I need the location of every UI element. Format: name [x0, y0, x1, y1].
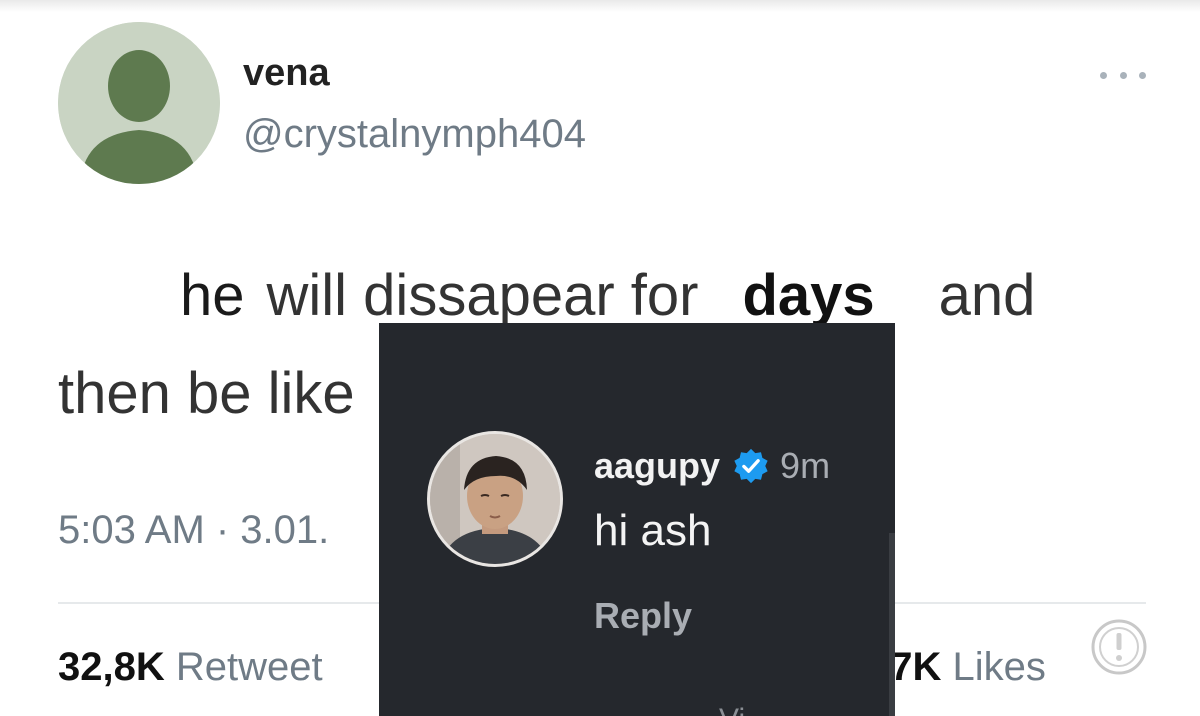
reply-button[interactable]: Reply: [594, 595, 692, 637]
commenter-username[interactable]: aagupy: [594, 445, 720, 487]
tweet-word-he: he: [180, 263, 245, 328]
display-name[interactable]: vena: [243, 52, 330, 95]
child-portrait-icon: [430, 434, 560, 564]
default-avatar[interactable]: [58, 22, 220, 184]
comment-text: hi ash: [594, 506, 712, 555]
tweet-word-days: days: [742, 263, 875, 328]
commenter-avatar[interactable]: [427, 431, 563, 567]
comment-header: aagupy 9m: [594, 445, 830, 487]
retweets-label: Retweet: [175, 645, 323, 689]
more-dot: [1119, 71, 1127, 79]
user-silhouette-icon: [58, 22, 220, 184]
alert-circle-icon[interactable]: [1090, 618, 1148, 676]
view-replies-fragment[interactable]: Vi: [719, 703, 745, 716]
overlay-edge: [889, 533, 895, 716]
user-handle[interactable]: @crystalnymph404: [243, 112, 586, 157]
retweets-count: 32,8K: [58, 645, 165, 689]
tweet-word-and: and: [938, 263, 1036, 328]
tweet-text-line-2: then be like: [58, 361, 355, 426]
top-edge: [0, 0, 1200, 12]
more-dot: [1100, 71, 1107, 79]
comment-time: 9m: [780, 445, 831, 486]
retweets-stat[interactable]: 32,8K Retweet: [58, 645, 323, 690]
tweet-text-line-1: he will dissapear for days and: [180, 262, 1035, 329]
more-icon[interactable]: [1100, 60, 1146, 90]
comment-overlay: aagupy 9m hi ash Reply Vi: [379, 323, 895, 716]
tweet-timestamp[interactable]: 5:03 AM · 3.01.: [58, 508, 329, 553]
more-dot: [1139, 71, 1146, 79]
verified-badge-icon: [734, 448, 768, 484]
likes-label: Likes: [952, 645, 1046, 689]
tweet-words-middle: will dissapear for: [266, 263, 699, 328]
